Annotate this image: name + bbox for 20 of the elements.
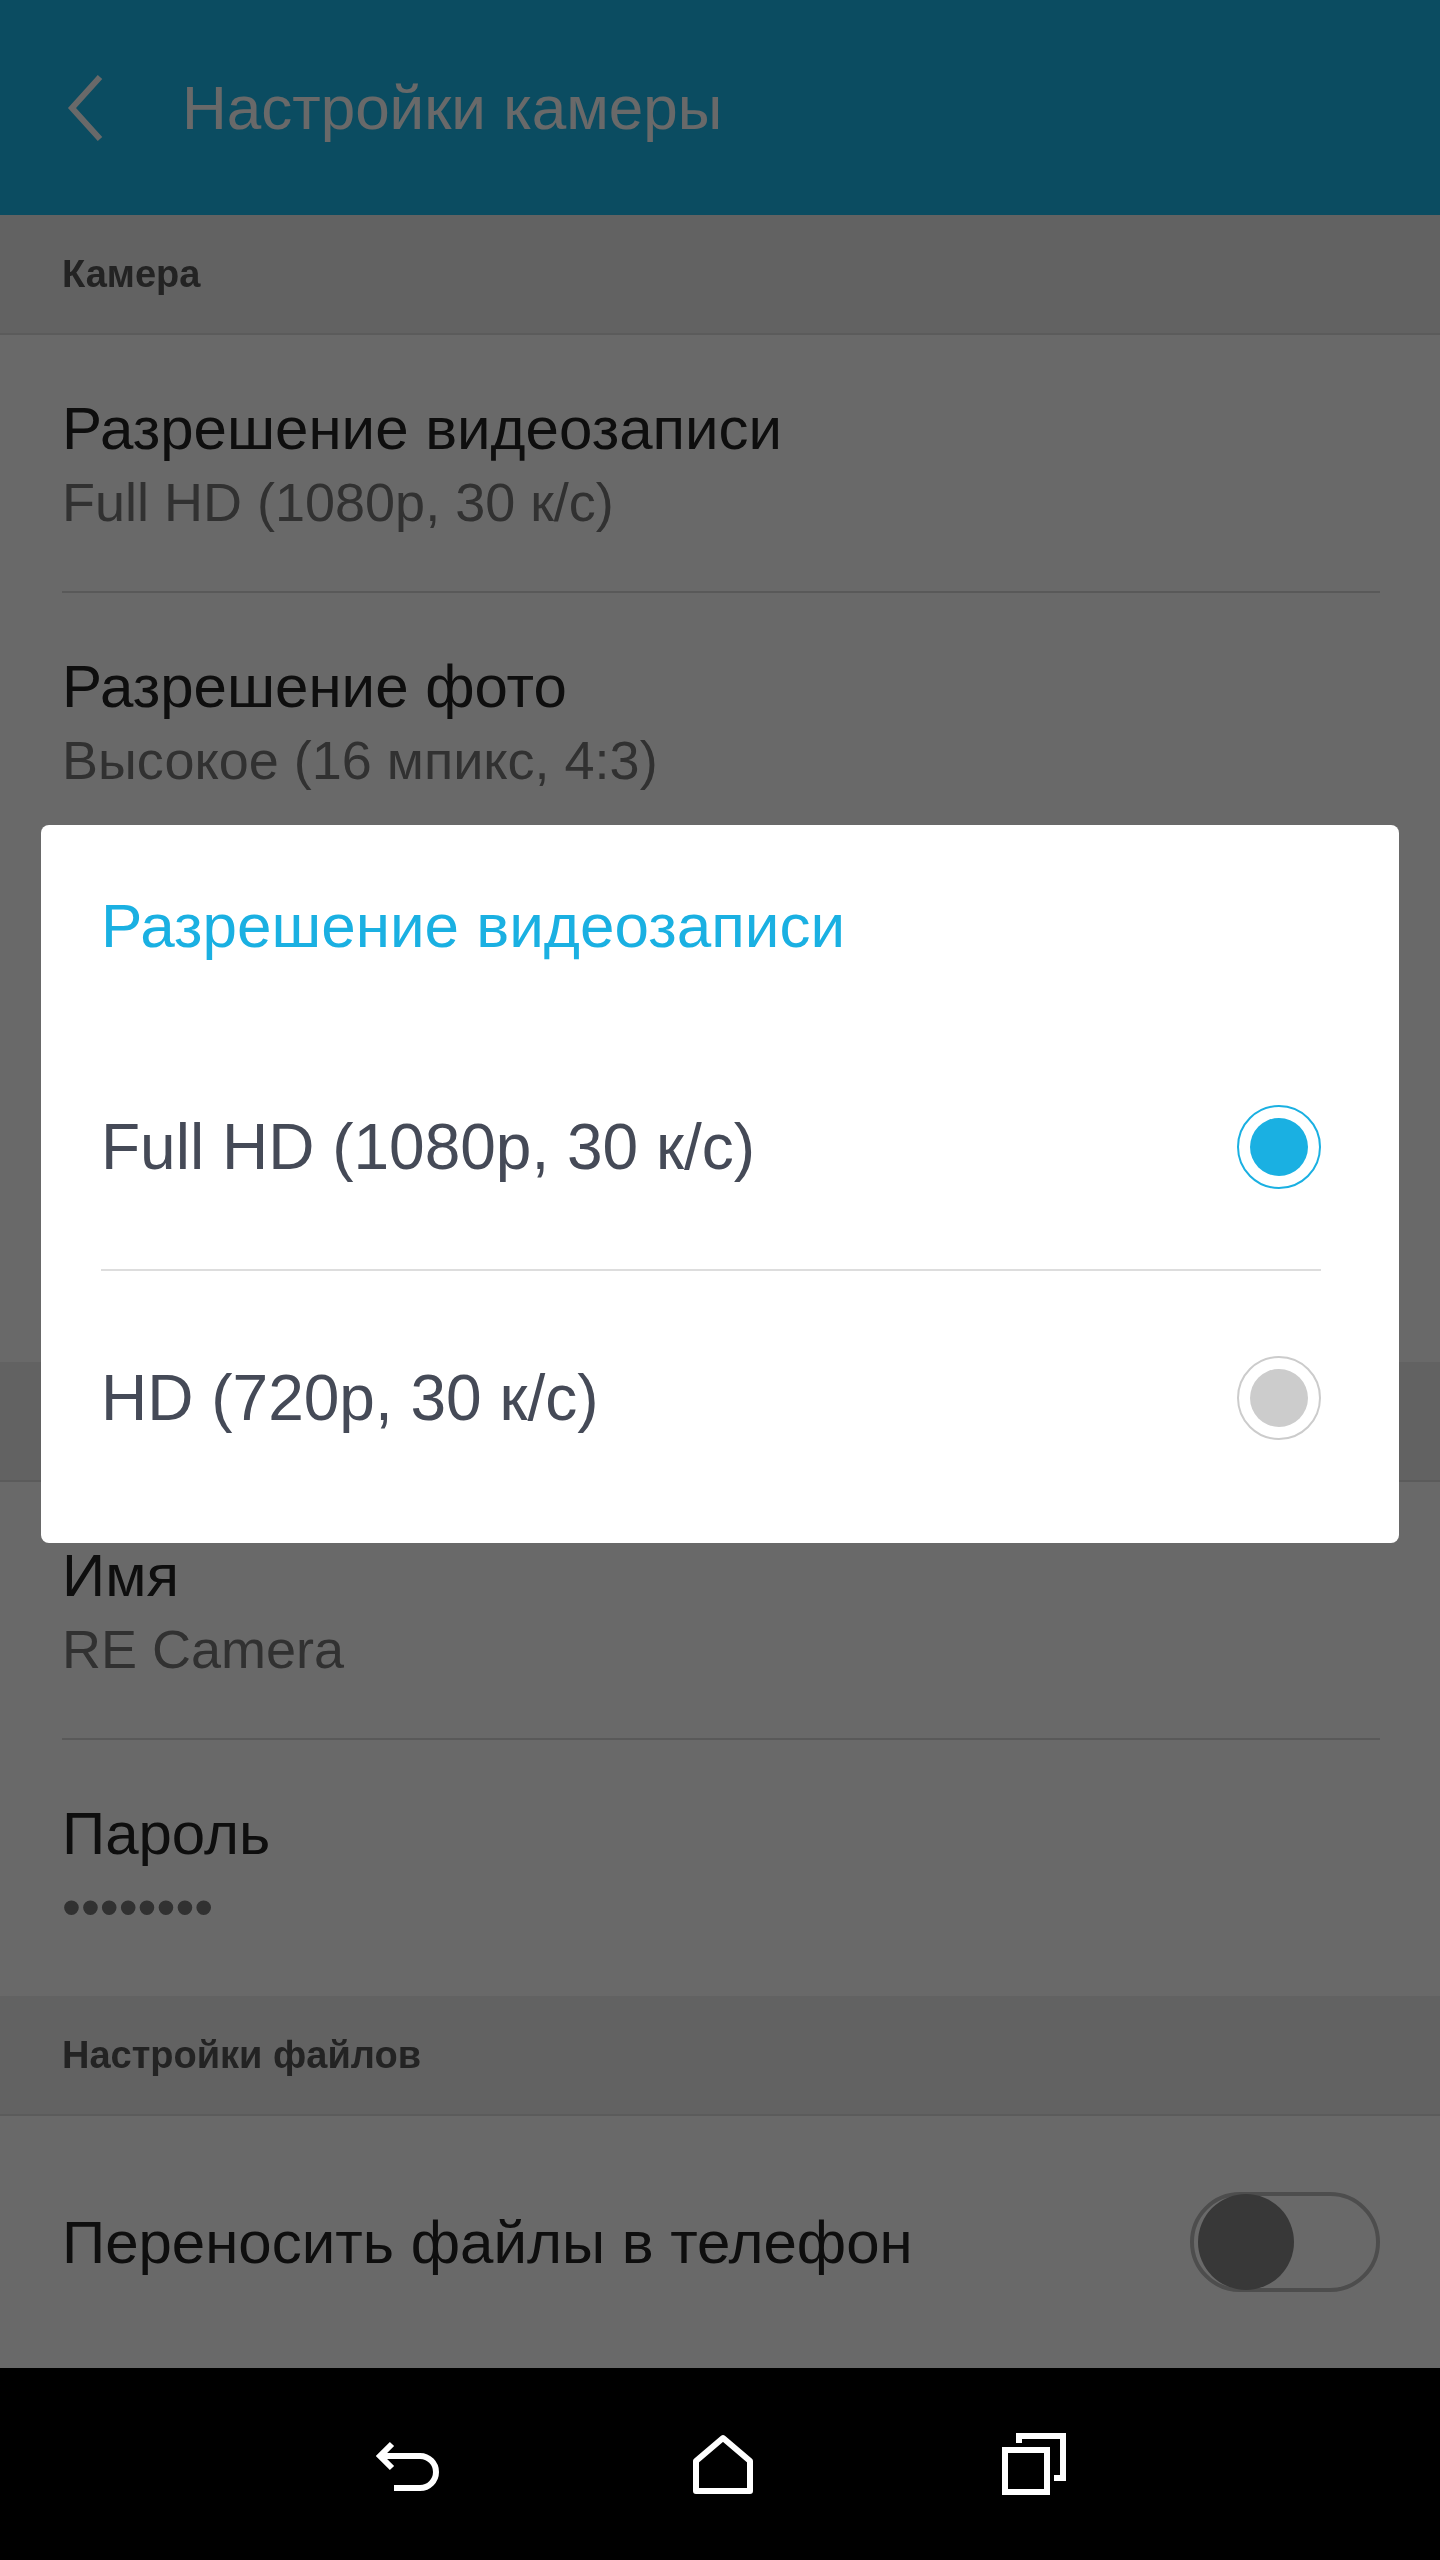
setting-title[interactable]: Разрешение фото xyxy=(62,651,658,721)
radio-button[interactable] xyxy=(1237,1356,1321,1440)
screen-title: Настройки камеры xyxy=(182,72,723,143)
toggle-switch[interactable] xyxy=(1190,2192,1380,2292)
setting-title[interactable]: Пароль xyxy=(62,1798,271,1868)
home-icon[interactable] xyxy=(691,2433,755,2495)
setting-value: •••••••• xyxy=(62,1875,215,1938)
recent-apps-icon[interactable] xyxy=(1002,2433,1067,2495)
setting-value: Full HD (1080p, 30 к/с) xyxy=(62,470,615,533)
setting-value: Высокое (16 мпикс, 4:3) xyxy=(62,728,658,791)
setting-title[interactable]: Разрешение видеозаписи xyxy=(62,393,783,463)
setting-title[interactable]: Имя xyxy=(62,1540,345,1610)
section-title: Настройки файлов xyxy=(62,2033,421,2077)
option-label[interactable]: Full HD (1080p, 30 к/с) xyxy=(101,1110,756,1184)
section-title: Камера xyxy=(62,252,201,296)
setting-title[interactable]: Переносить файлы в телефон xyxy=(62,2207,913,2277)
option-label[interactable]: HD (720p, 30 к/с) xyxy=(101,1361,599,1435)
setting-value: RE Camera xyxy=(62,1617,345,1680)
radio-button[interactable] xyxy=(1237,1105,1321,1189)
dialog-title: Разрешение видеозаписи xyxy=(101,889,847,962)
